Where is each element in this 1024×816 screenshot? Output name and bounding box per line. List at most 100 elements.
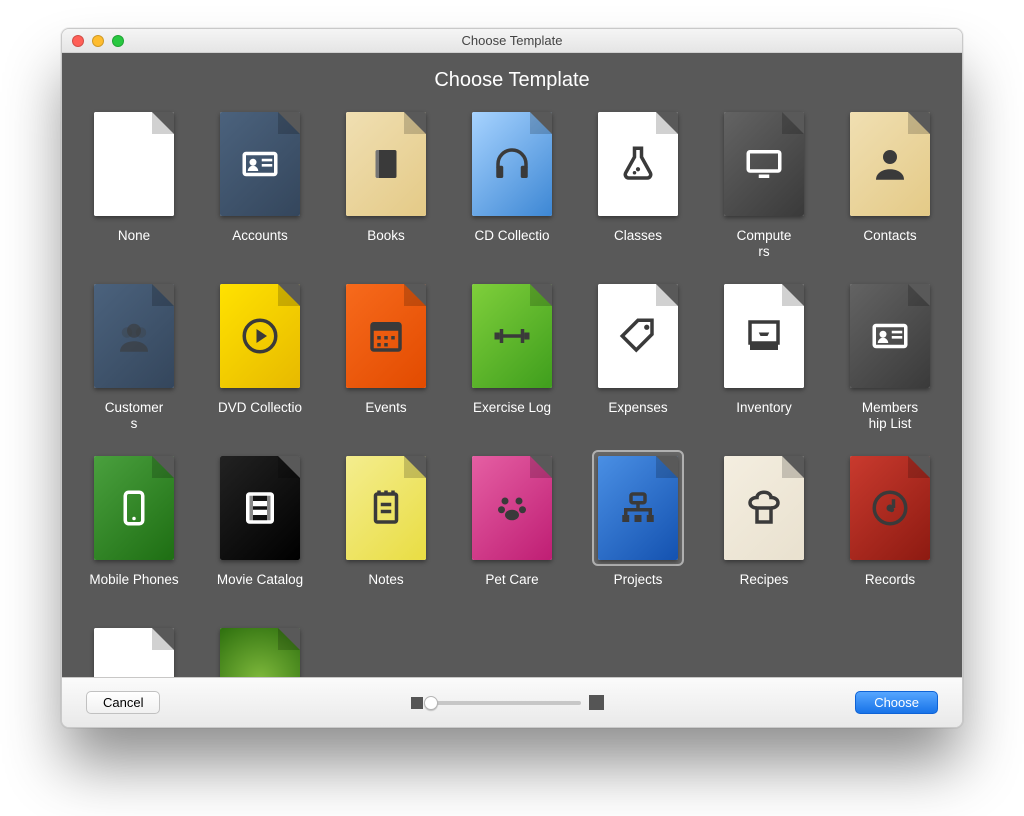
footer: Cancel Choose [62,677,962,727]
template-thumb [94,456,174,560]
template-item[interactable]: Books [338,106,434,262]
page-fold-icon [530,284,552,306]
template-thumb [724,456,804,560]
template-item[interactable]: Compute rs [716,106,812,262]
template-label: Compute rs [737,228,792,262]
page-fold-icon [404,456,426,478]
template-label: Movie Catalog [217,572,303,606]
template-thumb [598,284,678,388]
template-label: DVD Collectio [218,400,302,434]
template-thumb-wrap [214,278,306,394]
cancel-button[interactable]: Cancel [86,691,160,714]
template-item[interactable] [86,622,182,677]
page-title: Choose Template [62,53,962,106]
template-item[interactable]: Records [842,450,938,606]
template-thumb-wrap [592,278,684,394]
template-grid-scroll[interactable]: None Accounts Books CD Collectio Classes Comp… [62,106,962,677]
template-item[interactable] [212,622,308,677]
template-thumb [598,456,678,560]
page-fold-icon [530,112,552,134]
template-thumb-wrap [340,106,432,222]
template-item[interactable]: Recipes [716,450,812,606]
template-thumb-wrap [88,622,180,677]
page-fold-icon [782,284,804,306]
thumbnail-small-icon [411,697,423,709]
page-fold-icon [656,456,678,478]
template-label: CD Collectio [474,228,549,262]
choose-button[interactable]: Choose [855,691,938,714]
template-thumb [472,112,552,216]
template-item[interactable]: Expenses [590,278,686,434]
window-title: Choose Template [62,33,962,48]
template-label: Records [865,572,915,606]
page-fold-icon [278,456,300,478]
page-fold-icon [152,112,174,134]
template-label: Classes [614,228,662,262]
template-grid: None Accounts Books CD Collectio Classes Comp… [86,106,938,677]
template-thumb-wrap [844,106,936,222]
template-thumb-wrap [214,106,306,222]
choose-template-window: Choose Template Choose Template None Acco… [61,28,963,728]
page-fold-icon [782,456,804,478]
template-label: Customer s [105,400,164,434]
size-slider[interactable] [431,701,581,705]
template-thumb-wrap [718,278,810,394]
template-item[interactable]: Accounts [212,106,308,262]
page-fold-icon [404,112,426,134]
template-item[interactable]: Customer s [86,278,182,434]
template-thumb [472,456,552,560]
template-item[interactable]: None [86,106,182,262]
thumbnail-large-icon [589,695,604,710]
template-thumb-wrap [844,450,936,566]
page-fold-icon [278,628,300,650]
template-thumb [724,112,804,216]
template-item[interactable]: Members hip List [842,278,938,434]
template-item[interactable]: DVD Collectio [212,278,308,434]
page-fold-icon [908,112,930,134]
template-label: Pet Care [485,572,538,606]
template-item[interactable]: Inventory [716,278,812,434]
template-thumb-wrap [844,278,936,394]
template-thumb [346,112,426,216]
template-thumb [94,284,174,388]
template-thumb-wrap [214,622,306,677]
template-thumb [94,112,174,216]
template-item[interactable]: Movie Catalog [212,450,308,606]
template-item[interactable]: Contacts [842,106,938,262]
template-thumb [220,456,300,560]
page-fold-icon [908,456,930,478]
template-label: None [118,228,150,262]
page-fold-icon [782,112,804,134]
template-thumb [850,112,930,216]
template-item[interactable]: Mobile Phones [86,450,182,606]
template-thumb-wrap [340,450,432,566]
page-fold-icon [152,456,174,478]
template-thumb [94,628,174,677]
template-thumb [346,284,426,388]
template-item[interactable]: Pet Care [464,450,560,606]
template-label: Expenses [608,400,667,434]
template-thumb [472,284,552,388]
thumbnail-size-slider [411,695,604,710]
template-label: Books [367,228,405,262]
template-item[interactable]: CD Collectio [464,106,560,262]
page-fold-icon [278,112,300,134]
template-item[interactable]: Exercise Log [464,278,560,434]
page-fold-icon [908,284,930,306]
template-thumb-wrap [214,450,306,566]
template-item[interactable]: Events [338,278,434,434]
template-item[interactable]: Classes [590,106,686,262]
page-fold-icon [404,284,426,306]
template-item[interactable]: Projects [590,450,686,606]
template-thumb-wrap [88,106,180,222]
template-thumb-wrap [592,450,684,566]
template-thumb-wrap [340,278,432,394]
template-thumb [850,456,930,560]
template-label: Notes [368,572,403,606]
template-thumb-wrap [718,450,810,566]
template-thumb [220,112,300,216]
template-thumb [220,284,300,388]
slider-knob[interactable] [424,696,438,710]
template-item[interactable]: Notes [338,450,434,606]
template-thumb-wrap [466,106,558,222]
